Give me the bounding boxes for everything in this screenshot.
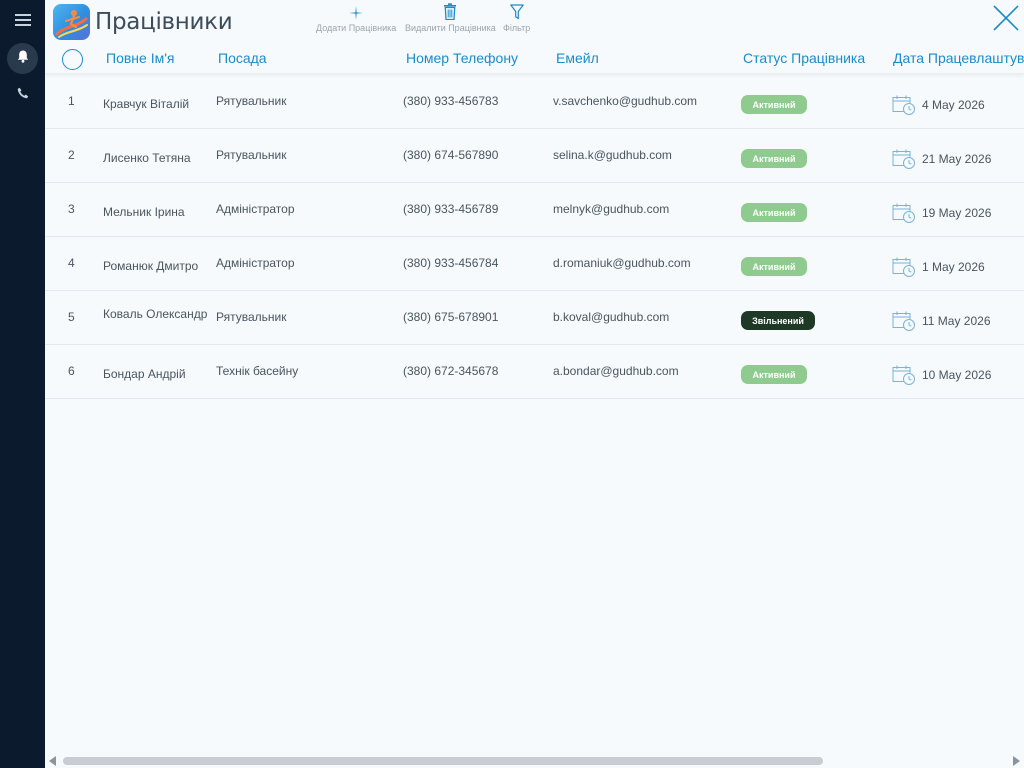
menu-button[interactable] xyxy=(7,7,38,38)
employee-position: Рятувальник xyxy=(216,310,287,324)
employee-email: b.koval@gudhub.com xyxy=(553,310,670,324)
status-badge: Активний xyxy=(741,95,807,114)
calendar-clock-icon xyxy=(892,310,916,332)
calendar-clock-icon xyxy=(892,202,916,224)
status-badge: Активний xyxy=(741,257,807,276)
main-content: Працівники Додати Працівника Видалити Пр… xyxy=(45,0,1024,768)
employee-name: Лисенко Тетяна xyxy=(103,151,191,165)
hire-date: 1 May 2026 xyxy=(922,260,985,274)
calendar-clock-icon xyxy=(892,148,916,170)
hire-date: 11 May 2026 xyxy=(922,314,991,328)
employee-email: d.romaniuk@gudhub.com xyxy=(553,256,691,270)
column-header-hire-date[interactable]: Дата Працевлаштування xyxy=(893,50,1024,66)
close-icon xyxy=(993,5,1019,35)
employee-position: Рятувальник xyxy=(216,148,287,162)
table-row[interactable]: 3 Мельник Ірина Адміністратор (380) 933-… xyxy=(45,183,1024,237)
scroll-left-arrow-icon[interactable] xyxy=(49,756,56,766)
status-badge: Звільнений xyxy=(741,311,815,330)
employee-phone: (380) 933-456789 xyxy=(403,202,499,216)
employee-phone: (380) 672-345678 xyxy=(403,364,499,378)
menu-icon xyxy=(14,13,31,32)
table-row[interactable]: 6 Бондар Андрій Технік басейну (380) 672… xyxy=(45,345,1024,399)
status-badge: Активний xyxy=(741,365,807,384)
employee-email: selina.k@gudhub.com xyxy=(553,148,672,162)
trash-icon xyxy=(405,3,496,23)
app-logo-icon xyxy=(53,4,90,40)
add-employee-button[interactable]: Додати Працівника xyxy=(316,3,396,33)
table-row[interactable]: 2 Лисенко Тетяна Рятувальник (380) 674-5… xyxy=(45,129,1024,183)
row-number: 6 xyxy=(68,364,75,378)
hire-date: 10 May 2026 xyxy=(922,368,992,382)
calendar-clock-icon xyxy=(892,94,916,116)
sidebar xyxy=(0,0,45,768)
row-number: 4 xyxy=(68,256,75,270)
phone-icon xyxy=(17,86,29,104)
employee-position: Адміністратор xyxy=(216,202,295,216)
top-bar: Працівники Додати Працівника Видалити Пр… xyxy=(45,0,1024,42)
scroll-right-arrow-icon[interactable] xyxy=(1013,756,1020,766)
table-row[interactable]: 1 Кравчук Віталій Рятувальник (380) 933-… xyxy=(45,75,1024,129)
employee-phone: (380) 674-567890 xyxy=(403,148,499,162)
employee-phone: (380) 933-456784 xyxy=(403,256,499,270)
close-button[interactable] xyxy=(993,5,1019,31)
delete-employee-label: Видалити Працівника xyxy=(405,23,496,33)
table-body: 1 Кравчук Віталій Рятувальник (380) 933-… xyxy=(45,75,1024,399)
hire-date: 21 May 2026 xyxy=(922,152,992,166)
calls-button[interactable] xyxy=(7,79,38,110)
employee-name: Романюк Дмитро xyxy=(103,259,199,273)
employee-phone: (380) 675-678901 xyxy=(403,310,499,324)
employee-email: a.bondar@gudhub.com xyxy=(553,364,679,378)
column-header-position[interactable]: Посада xyxy=(218,50,267,66)
column-header-name[interactable]: Повне Ім'я xyxy=(106,50,174,66)
employee-phone: (380) 933-456783 xyxy=(403,94,499,108)
filter-label: Фільтр xyxy=(503,23,531,33)
status-badge: Активний xyxy=(741,203,807,222)
add-employee-label: Додати Працівника xyxy=(316,23,397,33)
employee-name: Кравчук Віталій xyxy=(103,97,190,111)
delete-employee-button[interactable]: Видалити Працівника xyxy=(405,3,496,33)
hire-date: 4 May 2026 xyxy=(922,98,985,112)
employee-name: Бондар Андрій xyxy=(103,367,186,381)
table-row[interactable]: 4 Романюк Дмитро Адміністратор (380) 933… xyxy=(45,237,1024,291)
column-header-phone[interactable]: Номер Телефону xyxy=(406,50,518,66)
employee-email: v.savchenko@gudhub.com xyxy=(553,94,698,108)
hire-date: 19 May 2026 xyxy=(922,206,992,220)
table-row[interactable]: 5 Коваль Олександр Рятувальник (380) 675… xyxy=(45,291,1024,345)
calendar-clock-icon xyxy=(892,364,916,386)
row-number: 2 xyxy=(68,148,75,162)
employee-position: Адміністратор xyxy=(216,256,295,270)
horizontal-scrollbar[interactable] xyxy=(45,754,1024,768)
employee-email: melnyk@gudhub.com xyxy=(553,202,670,216)
status-badge: Активний xyxy=(741,149,807,168)
scrollbar-thumb[interactable] xyxy=(63,757,823,765)
select-all-checkbox[interactable] xyxy=(62,49,83,70)
table-header: Повне Ім'я Посада Номер Телефону Емейл С… xyxy=(45,42,1024,74)
row-number: 3 xyxy=(68,202,75,216)
row-number: 1 xyxy=(68,94,75,108)
employee-name: Мельник Ірина xyxy=(103,205,185,219)
notifications-button[interactable] xyxy=(7,43,38,74)
plus-icon xyxy=(316,3,396,23)
column-header-email[interactable]: Емейл xyxy=(556,50,599,66)
bell-icon xyxy=(17,50,29,68)
filter-button[interactable]: Фільтр xyxy=(503,3,530,33)
row-number: 5 xyxy=(68,310,75,324)
employee-position: Технік басейну xyxy=(216,364,299,378)
filter-icon xyxy=(503,3,530,23)
employee-name: Коваль Олександр xyxy=(103,307,208,321)
column-header-status[interactable]: Статус Працівника xyxy=(743,50,865,66)
calendar-clock-icon xyxy=(892,256,916,278)
page-title: Працівники xyxy=(95,9,233,35)
employee-position: Рятувальник xyxy=(216,94,287,108)
